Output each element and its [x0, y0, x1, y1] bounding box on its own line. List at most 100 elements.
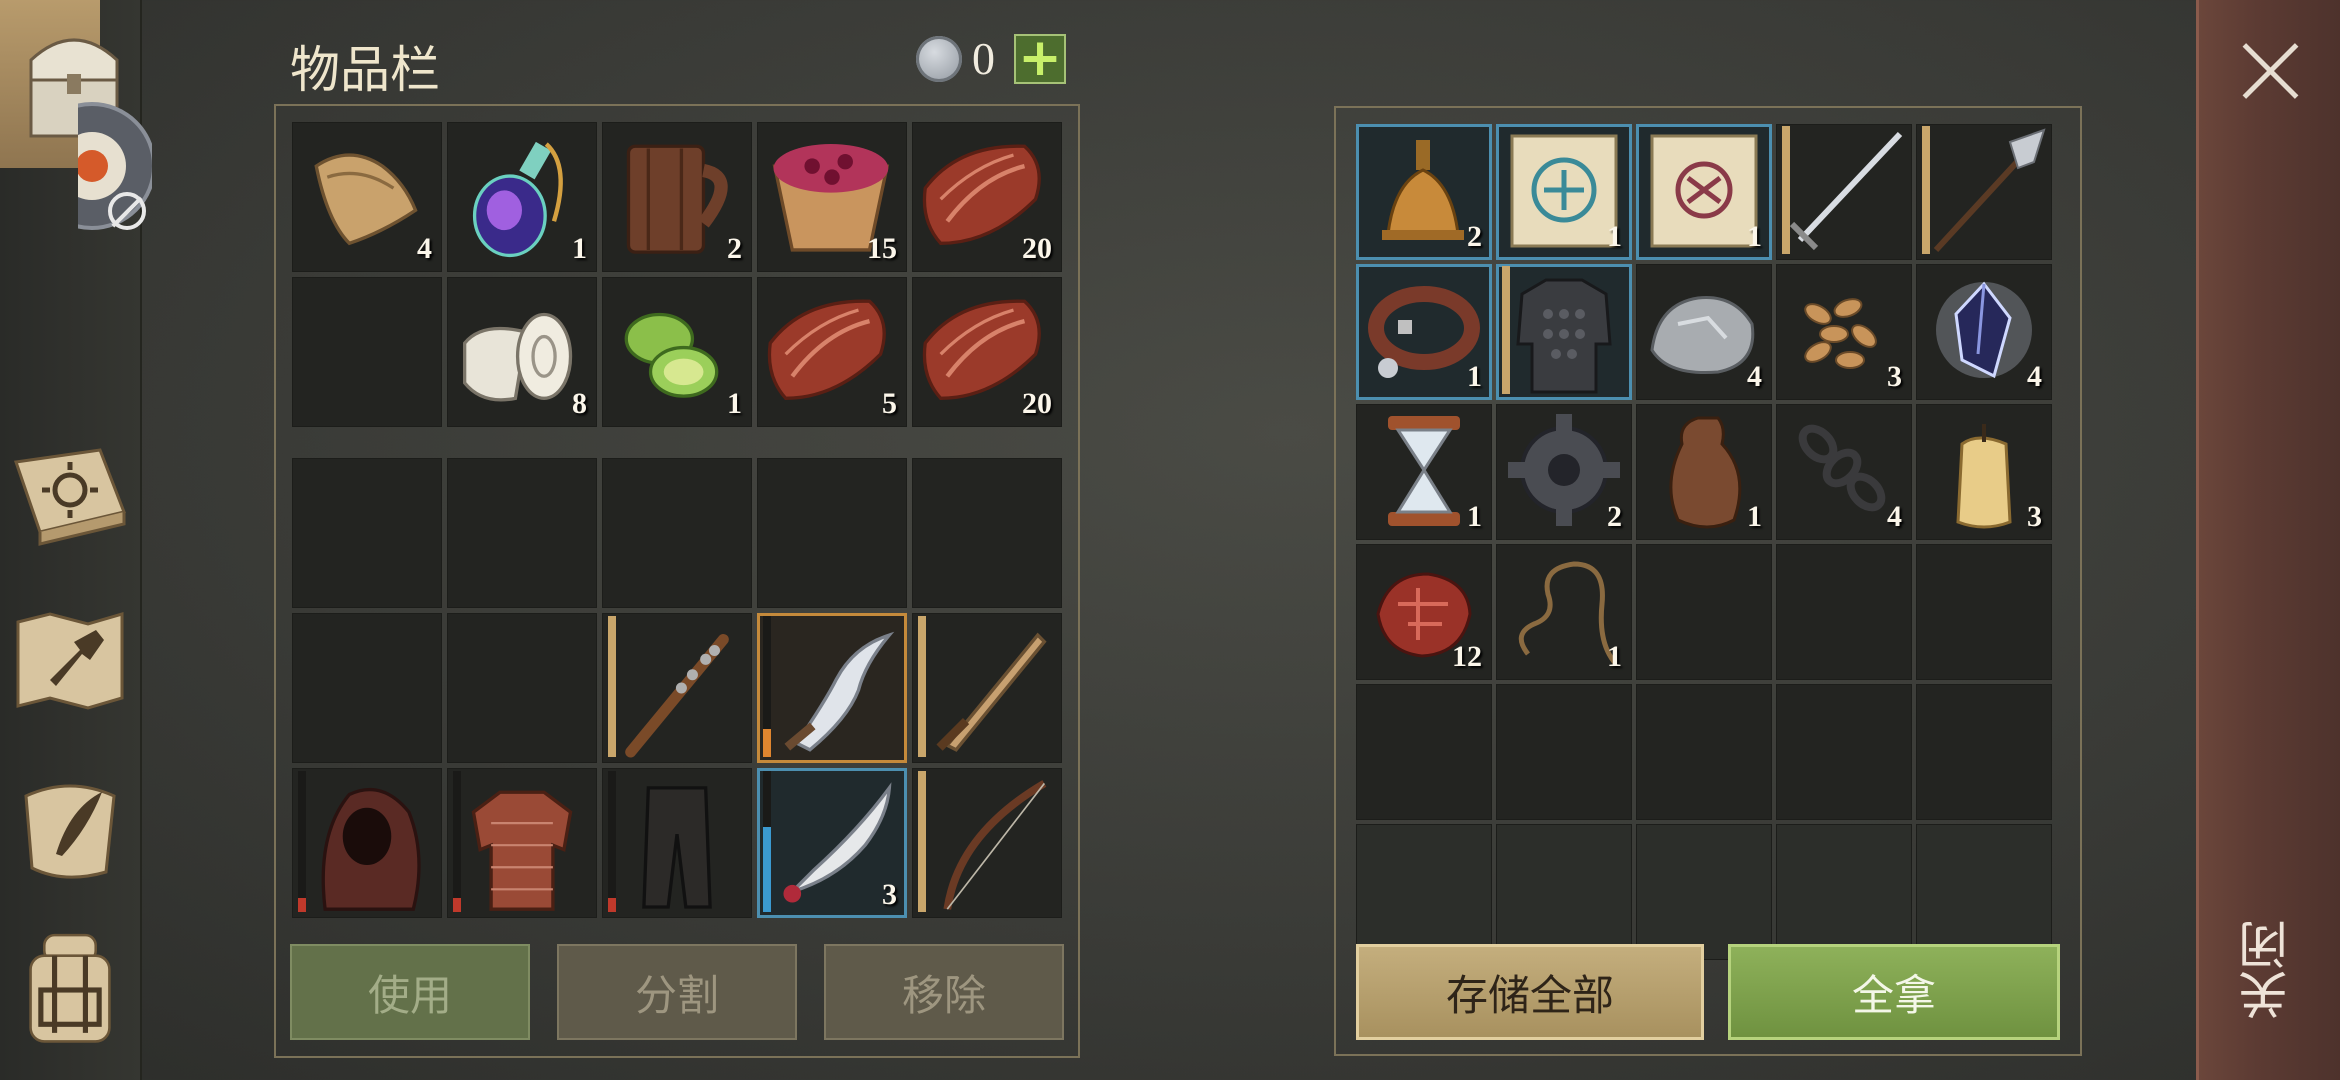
inventory-bottom-grid: 3 [292, 458, 1062, 918]
durability-bar [763, 616, 771, 757]
silver-coin-icon [916, 36, 962, 82]
inventory-slot[interactable]: 4 [292, 122, 442, 272]
container-slot[interactable] [1496, 824, 1632, 960]
inventory-slot[interactable]: 1 [447, 122, 597, 272]
durability-bar [918, 771, 926, 912]
close-label[interactable]: 关闭 [2238, 920, 2298, 1020]
sun-book-icon[interactable] [10, 432, 130, 552]
durability-bar [1922, 126, 1930, 254]
container-slot[interactable]: 4 [1776, 404, 1912, 540]
item-count: 1 [572, 232, 587, 265]
container-slot[interactable]: 1 [1496, 124, 1632, 260]
item-count: 2 [1467, 220, 1482, 253]
container-slot[interactable] [1496, 684, 1632, 820]
container-slot[interactable]: 3 [1776, 264, 1912, 400]
longsword-icon [1789, 131, 1903, 251]
quill-scroll-icon[interactable] [10, 768, 130, 888]
inventory-slot[interactable]: 1 [602, 277, 752, 427]
add-currency-button[interactable]: + [1014, 32, 1066, 84]
inventory-slot[interactable] [912, 768, 1062, 918]
store-all-button[interactable]: 存储全部 [1356, 944, 1704, 1040]
item-count: 1 [1607, 640, 1622, 673]
container-slot[interactable]: 2 [1356, 124, 1492, 260]
durability-bar [763, 771, 771, 912]
inventory-slot[interactable]: 15 [757, 122, 907, 272]
item-count: 2 [727, 232, 742, 265]
container-slot[interactable]: 12 [1356, 544, 1492, 680]
item-count: 3 [1887, 360, 1902, 393]
inventory-slot[interactable] [602, 458, 752, 608]
container-slot[interactable]: 4 [1636, 264, 1772, 400]
inventory-slot[interactable]: 20 [912, 277, 1062, 427]
take-all-button[interactable]: 全拿 [1728, 944, 2060, 1040]
item-count: 1 [1747, 220, 1762, 253]
inventory-slot[interactable] [447, 613, 597, 763]
container-slot[interactable] [1916, 684, 2052, 820]
inventory-top-grid: 4 1 2 15 20 8 1 5 20 [292, 122, 1062, 427]
container-slot[interactable] [1776, 124, 1912, 260]
durability-bar [918, 616, 926, 757]
item-count: 2 [1607, 500, 1622, 533]
container-slot[interactable] [1776, 684, 1912, 820]
inventory-slot[interactable] [602, 768, 752, 918]
remove-button[interactable]: 移除 [824, 944, 1064, 1040]
container-slot[interactable] [1636, 824, 1772, 960]
close-icon[interactable] [2240, 40, 2302, 102]
container-slot[interactable]: 1 [1356, 264, 1492, 400]
item-count: 1 [1747, 500, 1762, 533]
container-slot[interactable] [1916, 124, 2052, 260]
backpack-icon[interactable] [10, 930, 130, 1050]
inventory-slot[interactable] [292, 277, 442, 427]
container-slot[interactable]: 1 [1356, 404, 1492, 540]
container-slot[interactable]: 2 [1496, 404, 1632, 540]
inventory-slot[interactable] [757, 613, 907, 763]
container-slot[interactable] [1776, 544, 1912, 680]
inventory-slot[interactable] [292, 458, 442, 608]
item-count: 1 [1467, 500, 1482, 533]
item-count: 1 [727, 387, 742, 420]
container-slot[interactable]: 1 [1636, 404, 1772, 540]
container-slot[interactable] [1776, 824, 1912, 960]
inventory-slot[interactable] [447, 768, 597, 918]
container-slot[interactable] [1636, 684, 1772, 820]
inventory-slot[interactable] [447, 458, 597, 608]
container-slot[interactable]: 1 [1636, 124, 1772, 260]
container-slot[interactable] [1356, 684, 1492, 820]
inventory-slot[interactable] [292, 613, 442, 763]
currency-amount: 0 [972, 33, 995, 84]
inventory-slot[interactable]: 2 [602, 122, 752, 272]
item-count: 3 [2027, 500, 2042, 533]
inventory-slot[interactable]: 8 [447, 277, 597, 427]
inventory-slot[interactable] [912, 458, 1062, 608]
item-count: 4 [1747, 360, 1762, 393]
inventory-slot[interactable] [292, 768, 442, 918]
bronze-sword-icon [936, 632, 1047, 752]
use-button[interactable]: 使用 [290, 944, 530, 1040]
hammer-map-icon[interactable] [10, 600, 130, 720]
container-slot[interactable] [1496, 264, 1632, 400]
container-slot[interactable]: 3 [1916, 404, 2052, 540]
hood-icon [321, 787, 421, 911]
container-slot[interactable]: 1 [1496, 544, 1632, 680]
inventory-slot[interactable]: 20 [912, 122, 1062, 272]
item-count: 8 [572, 387, 587, 420]
container-slot[interactable] [1356, 824, 1492, 960]
inventory-slot[interactable]: 3 [757, 768, 907, 918]
container-slot[interactable] [1636, 544, 1772, 680]
pants-icon [642, 786, 712, 909]
item-count: 20 [1022, 387, 1052, 420]
inventory-slot[interactable] [757, 458, 907, 608]
container-slot[interactable] [1916, 824, 2052, 960]
container-slot[interactable] [1916, 544, 2052, 680]
halberd-icon [1933, 128, 2046, 253]
chainmail-icon [1516, 278, 1612, 394]
close-panel[interactable] [2196, 0, 2340, 1080]
inventory-slot[interactable] [602, 613, 752, 763]
inventory-slot[interactable] [912, 613, 1062, 763]
item-count: 20 [1022, 232, 1052, 265]
durability-bar [453, 771, 461, 912]
split-button[interactable]: 分割 [557, 944, 797, 1040]
gambeson-icon [471, 790, 573, 911]
container-slot[interactable]: 4 [1916, 264, 2052, 400]
inventory-slot[interactable]: 5 [757, 277, 907, 427]
